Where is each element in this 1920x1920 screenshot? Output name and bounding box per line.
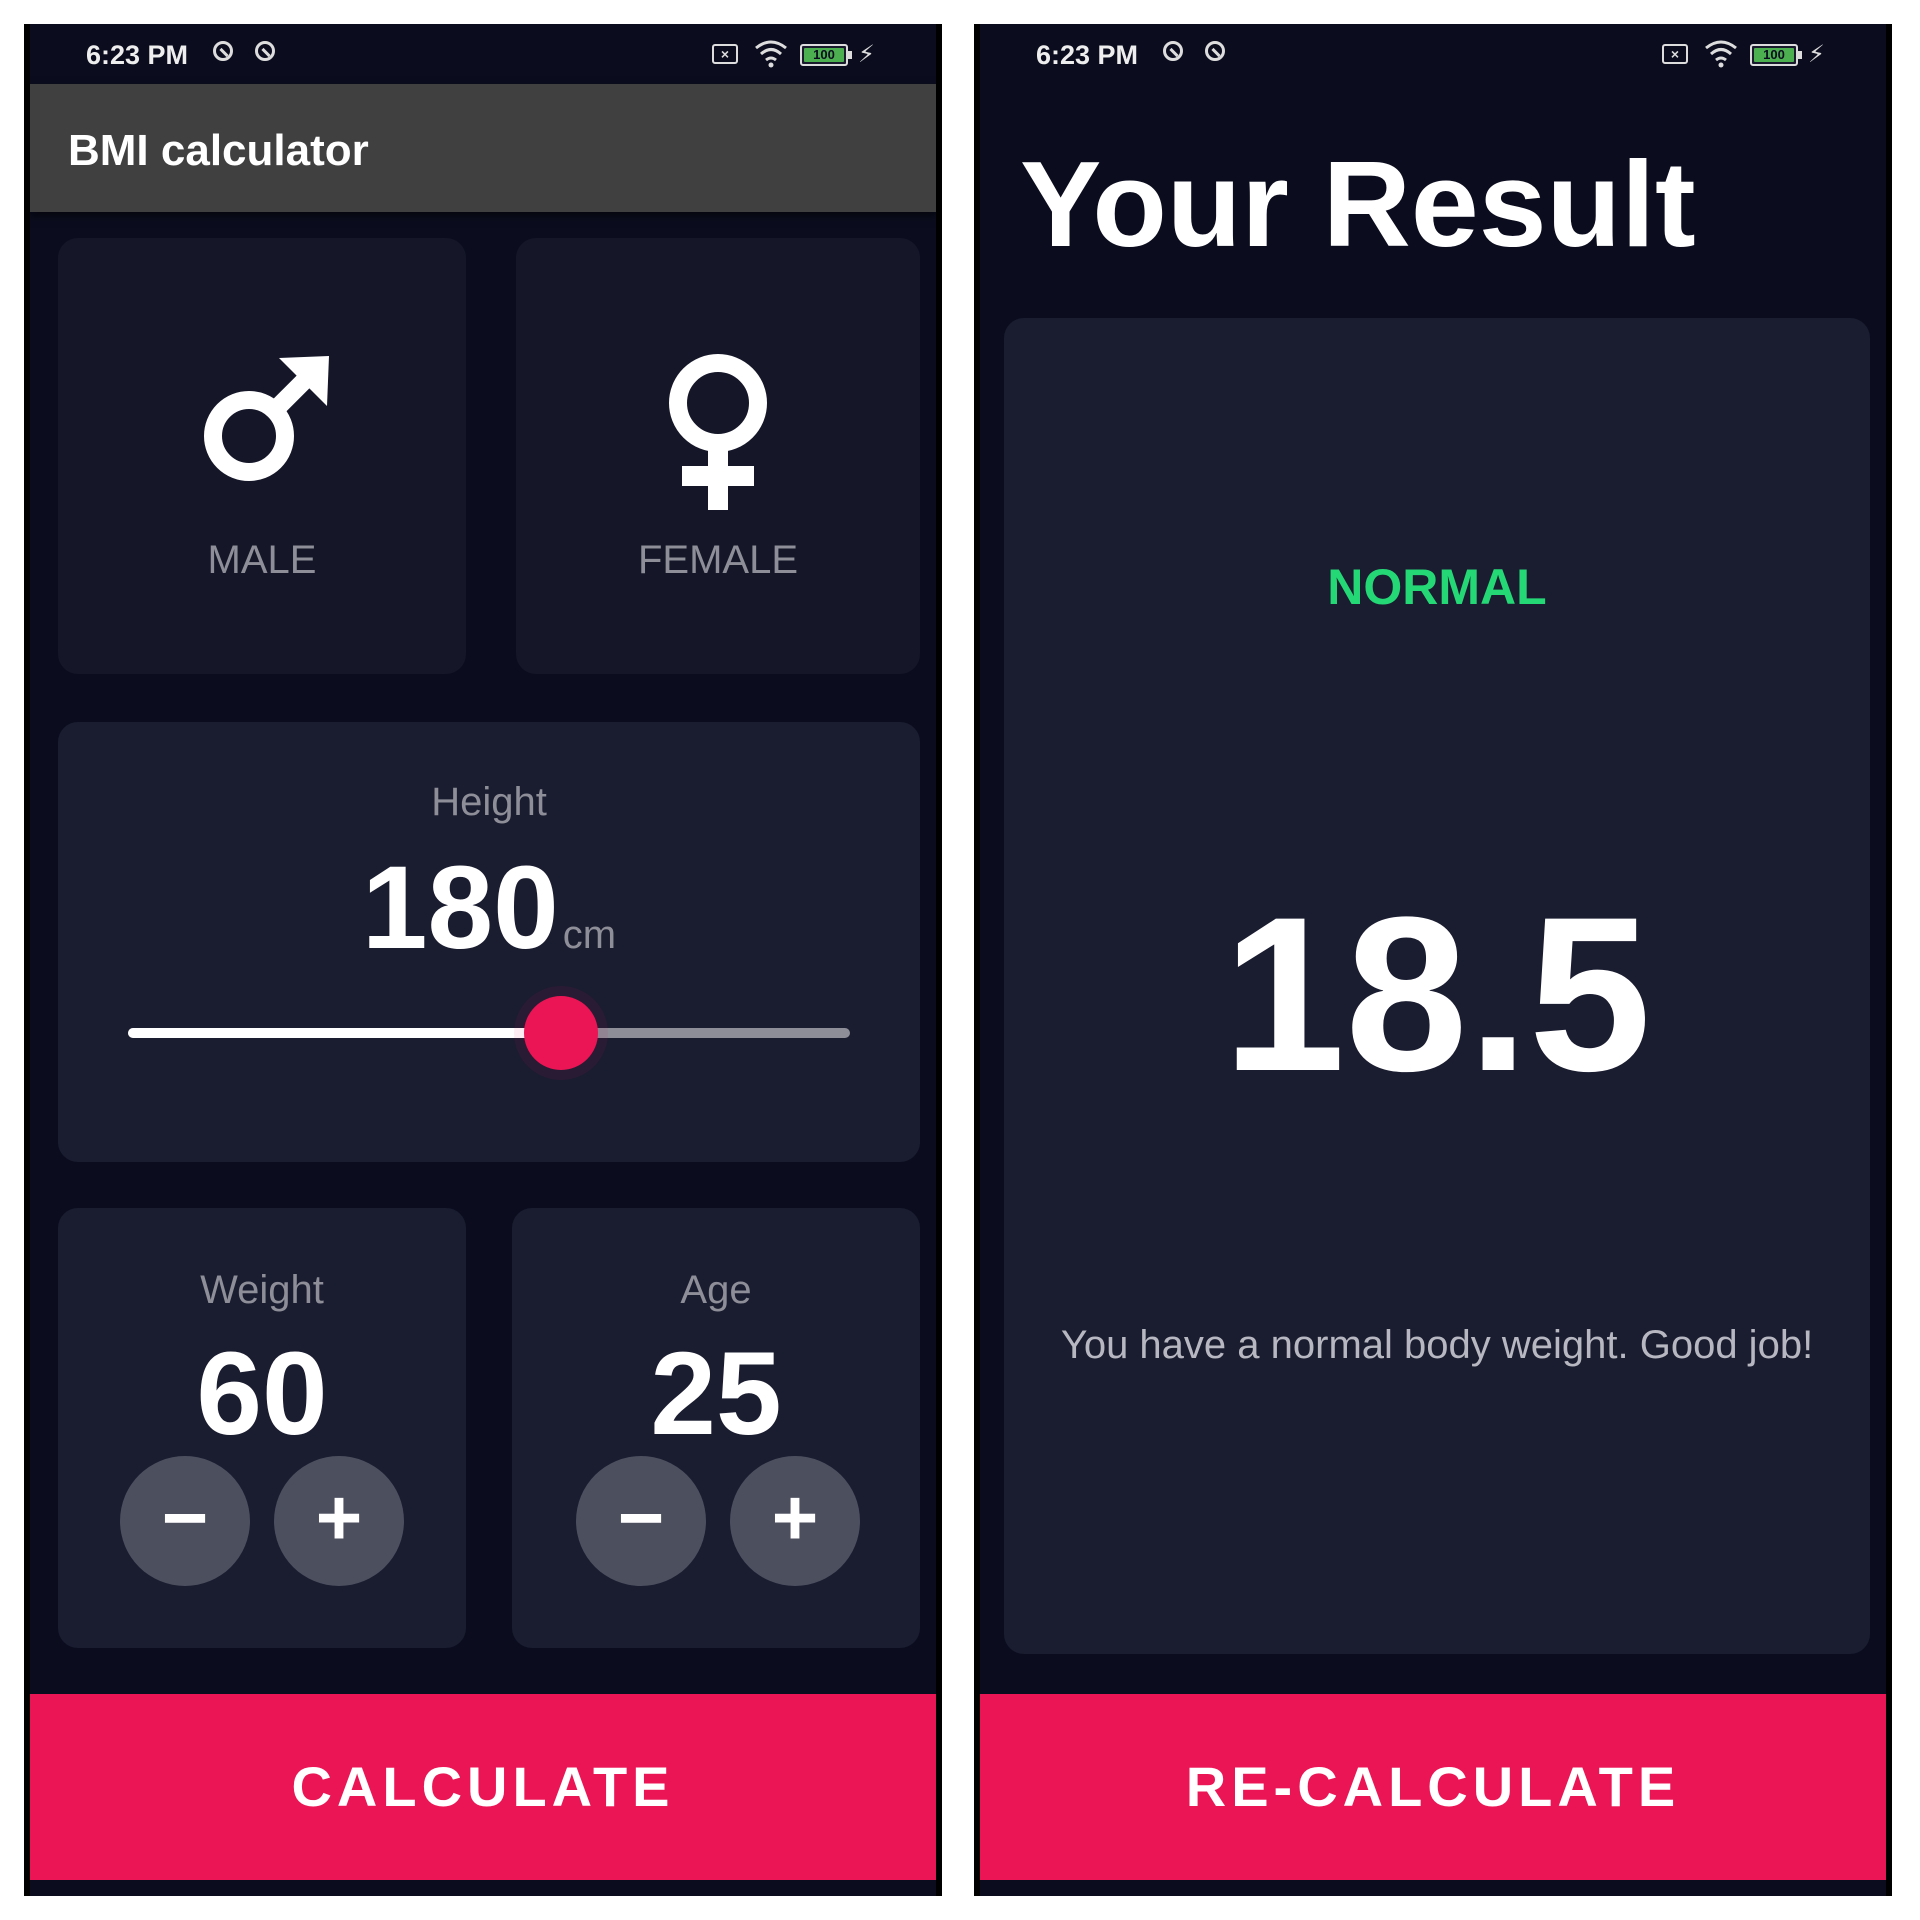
calculate-button[interactable]: CALCULATE: [30, 1694, 936, 1880]
bmi-value: 18.5: [1222, 871, 1652, 1117]
result-screen: 6:23 PM × 100 ⚡ Your Result NORMAL 18.5 …: [974, 24, 1892, 1896]
weight-plus-button[interactable]: +: [274, 1456, 404, 1586]
height-label: Height: [431, 780, 547, 824]
weight-card: Weight 60 − +: [58, 1208, 466, 1648]
height-slider[interactable]: [128, 996, 850, 1070]
sim-icon: ×: [1662, 44, 1688, 64]
recalculate-button[interactable]: RE-CALCULATE: [980, 1694, 1886, 1880]
wifi-icon: [1705, 40, 1737, 68]
status-bar: 6:23 PM × 100 ⚡: [980, 24, 1886, 84]
weight-label: Weight: [200, 1268, 324, 1312]
weight-minus-button[interactable]: −: [120, 1456, 250, 1586]
height-value: 180: [361, 842, 559, 974]
sync-icon: [1205, 41, 1225, 61]
page-title: Your Result: [1020, 136, 1696, 272]
female-icon: [669, 354, 767, 510]
sync-icon: [213, 41, 233, 61]
age-label: Age: [680, 1268, 752, 1312]
battery-icon: 100: [800, 44, 852, 66]
status-time: 6:23 PM: [1036, 40, 1139, 70]
male-label: MALE: [207, 538, 317, 582]
result-card: NORMAL 18.5 You have a normal body weigh…: [1004, 318, 1870, 1654]
result-message: You have a normal body weight. Good job!: [1060, 1323, 1814, 1367]
app-bar: BMI calculator: [30, 84, 936, 212]
age-plus-button[interactable]: +: [730, 1456, 860, 1586]
input-screen: 6:23 PM × 100 ⚡ BMI calculator MALE FEMA…: [24, 24, 942, 1896]
status-bar: 6:23 PM × 100 ⚡: [30, 24, 936, 84]
age-card: Age 25 − +: [512, 1208, 920, 1648]
charging-icon: ⚡: [1808, 41, 1825, 68]
height-unit: cm: [562, 913, 617, 957]
weight-value: 60: [196, 1328, 328, 1460]
battery-level: 100: [804, 48, 844, 62]
sync-icon: [1163, 41, 1183, 61]
result-status: NORMAL: [1327, 559, 1547, 615]
wifi-icon: [755, 40, 787, 68]
battery-level: 100: [1754, 48, 1794, 62]
height-card: Height 180 cm: [58, 722, 920, 1162]
age-value: 25: [650, 1328, 782, 1460]
charging-icon: ⚡: [858, 41, 875, 68]
female-card[interactable]: FEMALE: [516, 238, 920, 674]
female-label: FEMALE: [637, 538, 799, 582]
male-card[interactable]: MALE: [58, 238, 466, 674]
battery-icon: 100: [1750, 44, 1802, 66]
sync-icon: [255, 41, 275, 61]
male-icon: [204, 356, 329, 481]
status-time: 6:23 PM: [86, 40, 189, 70]
app-title: BMI calculator: [68, 126, 369, 175]
slider-thumb[interactable]: [524, 996, 599, 1070]
slider-active-track: [128, 1028, 562, 1038]
age-minus-button[interactable]: −: [576, 1456, 706, 1586]
sim-icon: ×: [712, 44, 738, 64]
